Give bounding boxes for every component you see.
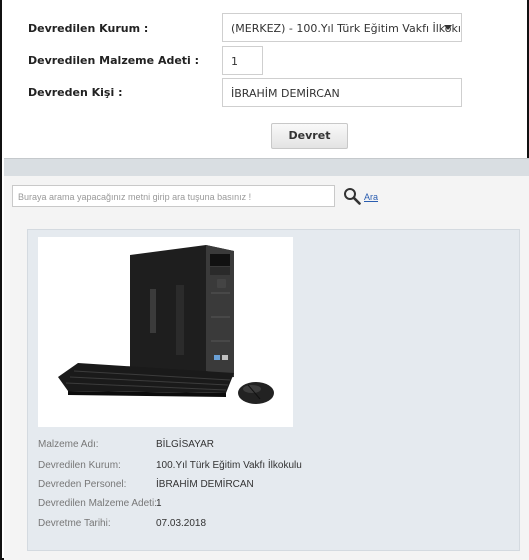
kurum-select[interactable]: (MERKEZ) - 100.Yıl Türk Eğitim Vakfı İlk… xyxy=(222,13,462,42)
section-divider xyxy=(4,158,529,176)
search-input[interactable]: Buraya arama yapacağınız metni girip ara… xyxy=(12,185,335,207)
detail-value-adet: 1 xyxy=(156,498,162,509)
kisi-label: Devreden Kişi : xyxy=(28,86,123,99)
window-frame: Devredilen Kurum : (MERKEZ) - 100.Yıl Tü… xyxy=(0,0,529,560)
kurum-select-value: (MERKEZ) - 100.Yıl Türk Eğitim Vakfı İlk… xyxy=(231,22,461,35)
detail-label-personel: Devreden Personel: xyxy=(38,479,127,490)
detail-label-malzeme: Malzeme Adı: xyxy=(38,439,99,450)
desktop-computer-image xyxy=(38,237,293,427)
adet-input[interactable]: 1 xyxy=(222,46,263,75)
detail-value-tarih: 07.03.2018 xyxy=(156,518,207,529)
detail-value-kurum: 100.Yıl Türk Eğitim Vakfı İlkokulu xyxy=(156,460,302,471)
devret-button[interactable]: Devret xyxy=(271,123,348,149)
kisi-input[interactable]: İBRAHİM DEMİRCAN xyxy=(222,78,462,107)
detail-label-kurum: Devredilen Kurum: xyxy=(38,460,121,471)
detail-value-malzeme: BİLGİSAYAR xyxy=(156,439,214,450)
search-icon[interactable] xyxy=(343,187,361,205)
caret-down-icon xyxy=(444,25,452,30)
detail-label-adet: Devredilen Malzeme Adeti: xyxy=(38,498,157,509)
search-placeholder: Buraya arama yapacağınız metni girip ara… xyxy=(18,192,252,202)
kurum-label: Devredilen Kurum : xyxy=(28,22,149,35)
detail-label-tarih: Devretme Tarihi: xyxy=(38,518,111,529)
adet-label: Devredilen Malzeme Adeti : xyxy=(28,54,200,67)
detail-value-personel: İBRAHİM DEMİRCAN xyxy=(156,479,254,490)
search-link[interactable]: Ara xyxy=(364,192,378,202)
kisi-input-value: İBRAHİM DEMİRCAN xyxy=(231,87,340,100)
adet-input-value: 1 xyxy=(231,55,238,68)
